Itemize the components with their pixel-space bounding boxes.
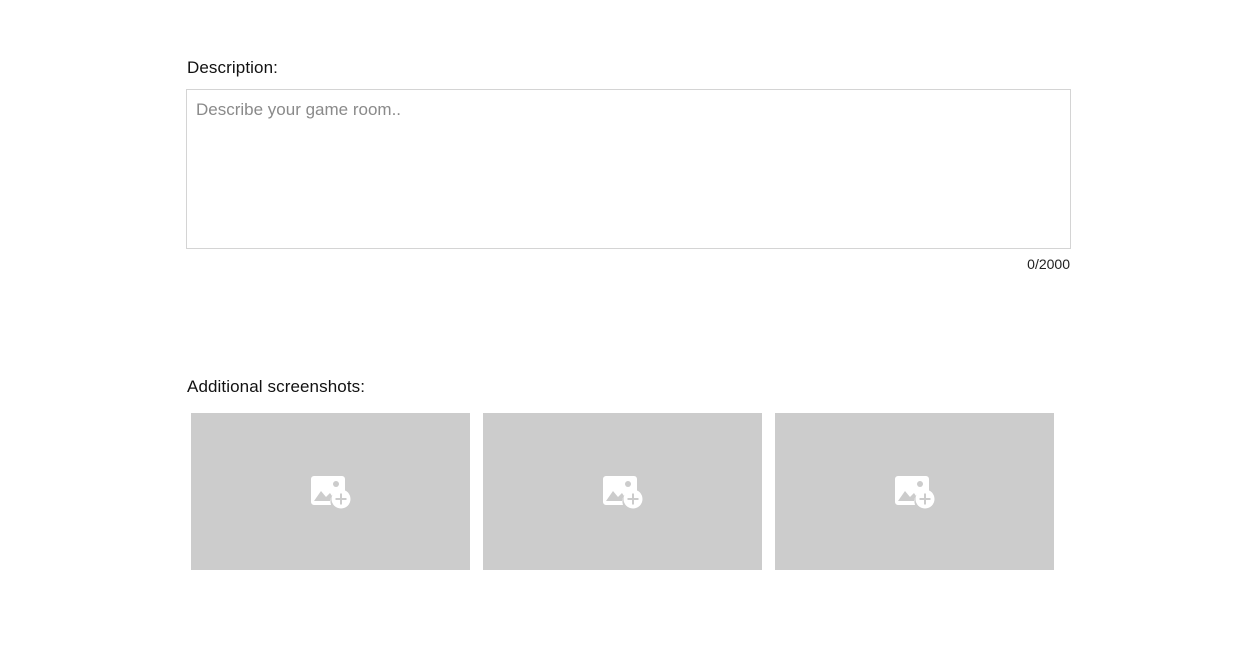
screenshot-upload-slot-3[interactable] (775, 413, 1054, 570)
description-field-container (186, 89, 1071, 249)
add-image-icon (602, 475, 642, 508)
add-image-icon (310, 475, 350, 508)
add-image-icon (894, 475, 934, 508)
screenshot-upload-slot-2[interactable] (483, 413, 762, 570)
game-room-form: Description: 0/2000 Additional screensho… (0, 0, 1259, 654)
screenshots-label: Additional screenshots: (187, 377, 366, 396)
description-textarea[interactable] (187, 90, 1070, 248)
description-label: Description: (187, 58, 278, 77)
character-counter: 0/2000 (1027, 256, 1070, 272)
screenshot-upload-slot-1[interactable] (191, 413, 470, 570)
